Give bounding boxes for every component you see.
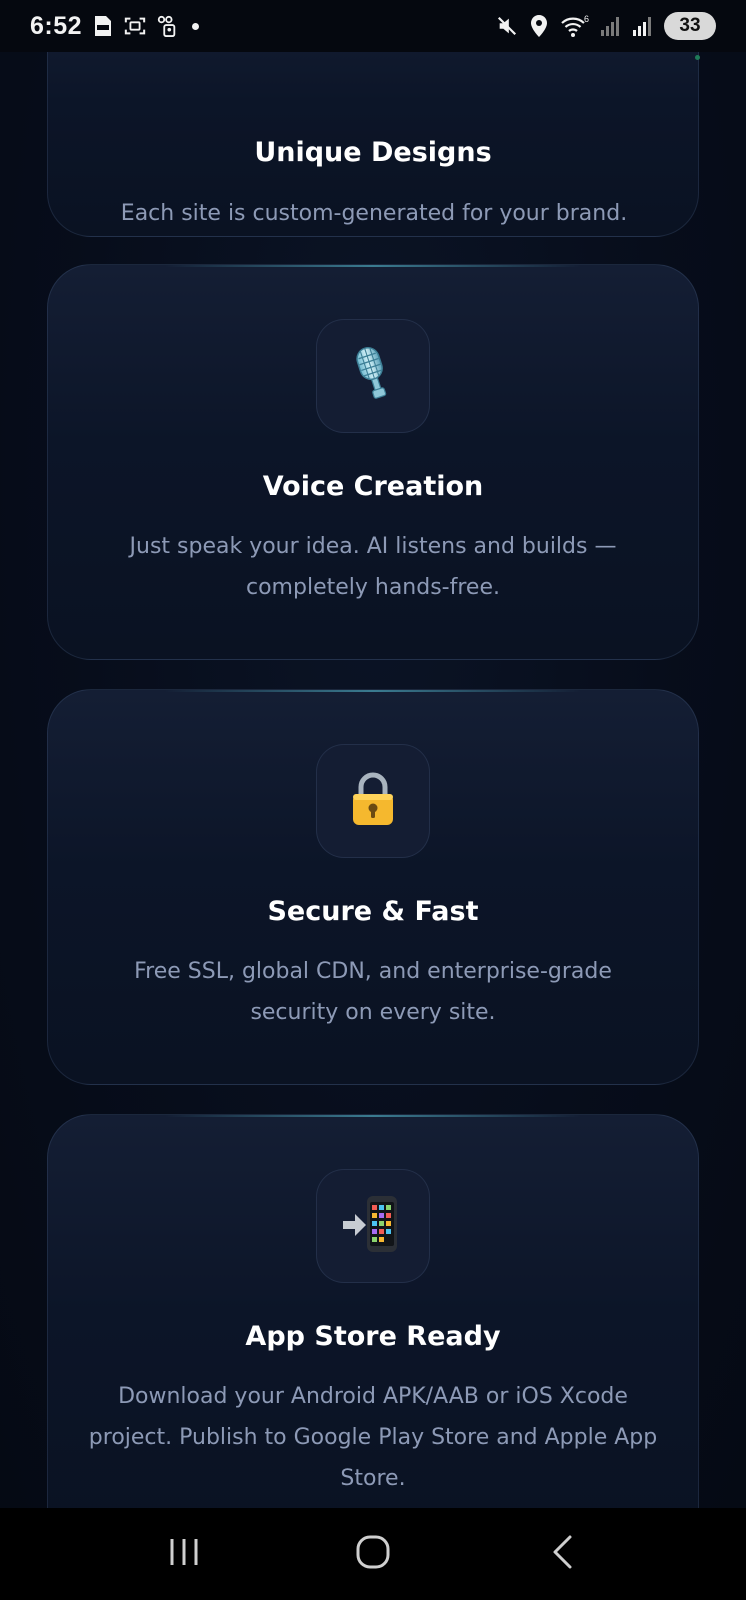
feature-icon-box [316, 744, 430, 858]
feature-title: Secure & Fast [267, 896, 479, 927]
location-icon [528, 15, 550, 37]
feature-title: App Store Ready [245, 1321, 501, 1352]
screenshot-icon [124, 15, 146, 37]
signal-icon [600, 15, 622, 37]
status-time: 6:52 [30, 11, 83, 40]
feature-card-secure-fast: Secure & Fast Free SSL, global CDN, and … [47, 689, 699, 1085]
feature-card-app-store-ready: App Store Ready Download your Android AP… [47, 1114, 699, 1508]
recent-apps-icon [167, 1537, 201, 1571]
mute-icon [496, 15, 518, 37]
feature-description: Download your Android APK/AAB or iOS Xco… [88, 1384, 658, 1491]
feature-title: Voice Creation [262, 471, 484, 502]
feature-title: Unique Designs [254, 137, 492, 168]
notification-dot-icon [192, 22, 200, 30]
accessibility-icon [156, 15, 178, 37]
battery-icon: 33 [664, 12, 716, 40]
status-bar-right: 6 33 [496, 12, 716, 40]
feature-description: Free SSL, global CDN, and enterprise-gra… [134, 959, 612, 1025]
signal-icon [632, 15, 654, 37]
wifi-icon: 6 [560, 14, 590, 37]
pdf-icon [92, 15, 114, 37]
feature-description: Just speak your idea. AI listens and bui… [129, 534, 617, 600]
feature-card-voice-creation: Voice Creation Just speak your idea. AI … [47, 264, 699, 660]
feature-card-unique-designs: Unique Designs Each site is custom-gener… [47, 52, 699, 237]
scroll-indicator [695, 55, 700, 60]
feature-list[interactable]: Unique Designs Each site is custom-gener… [0, 52, 746, 1508]
back-icon [550, 1534, 574, 1574]
navigation-bar [0, 1508, 746, 1600]
status-bar: 6:52 6 33 [0, 0, 746, 52]
back-button[interactable] [527, 1524, 597, 1584]
network-type-label: 6 [584, 14, 589, 24]
home-button[interactable] [338, 1524, 408, 1584]
mobile-arrow-icon [341, 1194, 405, 1258]
lock-icon [349, 771, 397, 831]
feature-icon-box [316, 1169, 430, 1283]
home-icon [355, 1534, 391, 1574]
feature-icon-box [316, 319, 430, 433]
recent-apps-button[interactable] [149, 1524, 219, 1584]
microphone-icon [349, 345, 397, 407]
status-bar-left: 6:52 [30, 11, 200, 41]
feature-description: Each site is custom-generated for your b… [120, 201, 628, 226]
